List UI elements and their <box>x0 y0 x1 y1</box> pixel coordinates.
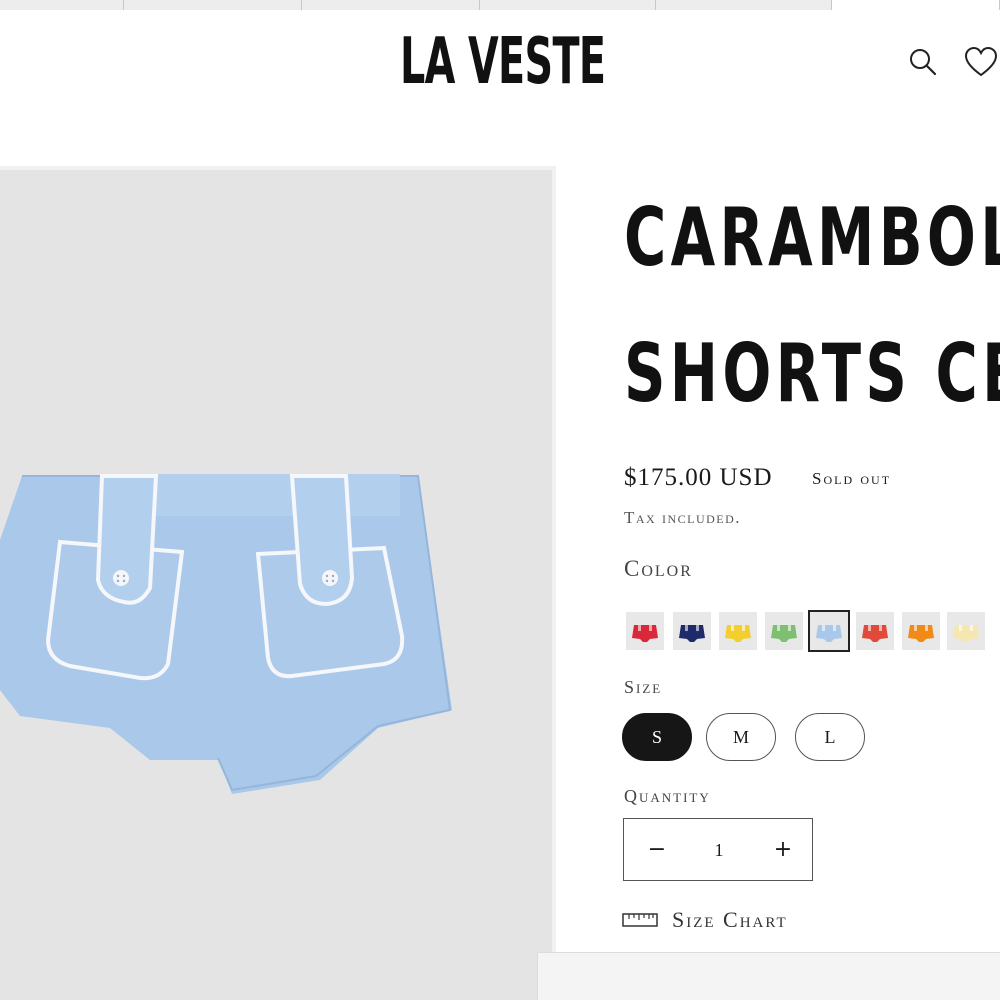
color-swatch-light-blue[interactable] <box>808 610 850 652</box>
heart-icon[interactable] <box>964 46 998 78</box>
size-chart-link[interactable]: Size Chart <box>622 905 788 935</box>
store-logo[interactable]: LA VESTE <box>400 26 606 98</box>
browser-tab[interactable] <box>0 0 124 10</box>
size-chart-label: Size Chart <box>672 907 788 932</box>
search-icon[interactable] <box>906 46 938 78</box>
color-swatch-tomato[interactable] <box>856 612 894 650</box>
color-swatch-green[interactable] <box>765 612 803 650</box>
tax-note: Tax included. <box>624 508 742 527</box>
browser-tab-strip <box>0 0 1000 10</box>
product-title-line: SHORTS CELEST <box>624 327 1000 420</box>
quantity-decrease-button[interactable]: − <box>642 835 672 865</box>
color-swatches <box>626 610 1000 652</box>
color-swatch-red[interactable] <box>626 612 664 650</box>
size-label: Size <box>624 677 663 697</box>
browser-tab[interactable] <box>480 0 656 10</box>
browser-tab[interactable] <box>302 0 480 10</box>
color-swatch-navy[interactable] <box>673 612 711 650</box>
bottom-overlay-panel <box>537 952 1000 1000</box>
size-option-l[interactable]: L <box>795 713 865 761</box>
color-label: Color <box>624 556 693 581</box>
product-price: $175.00 USD <box>624 464 773 491</box>
quantity-input[interactable]: 1 <box>704 835 734 865</box>
color-swatch-cream[interactable] <box>947 612 985 650</box>
browser-tab[interactable] <box>124 0 302 10</box>
size-option-s[interactable]: S <box>622 713 692 761</box>
sold-out-badge: Sold out <box>812 469 892 488</box>
size-option-m[interactable]: M <box>706 713 776 761</box>
quantity-increase-button[interactable]: + <box>768 835 798 865</box>
browser-tab-active[interactable] <box>832 0 1000 10</box>
color-swatch-orange[interactable] <box>902 612 940 650</box>
browser-tab[interactable] <box>656 0 832 10</box>
product-title: CARAMBOLA TOI SHORTS CELEST <box>624 170 1000 442</box>
quantity-label: Quantity <box>624 786 711 806</box>
ruler-icon <box>622 913 658 927</box>
product-title-line: CARAMBOLA TOI <box>624 191 1000 284</box>
quantity-stepper: − 1 + <box>623 818 813 881</box>
color-swatch-yellow[interactable] <box>719 612 757 650</box>
product-image[interactable] <box>0 170 552 1000</box>
